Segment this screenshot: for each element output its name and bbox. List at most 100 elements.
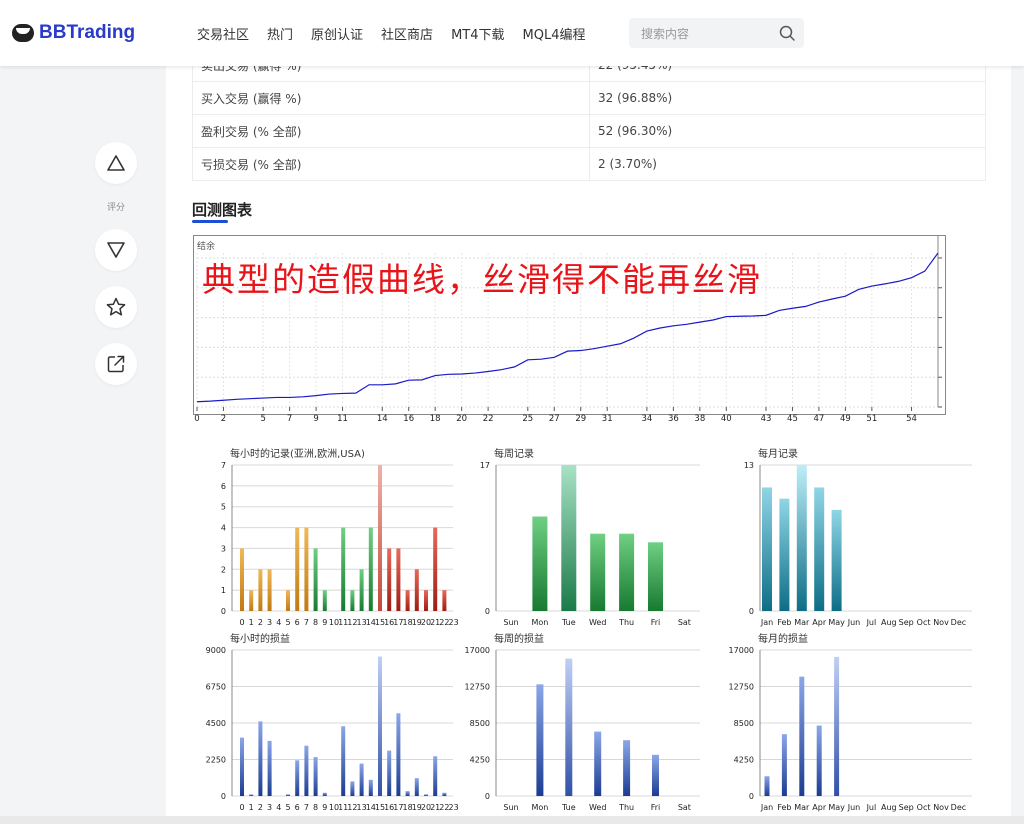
y-tick-label: 0 xyxy=(221,607,226,616)
nav-item-original[interactable]: 原创认证 xyxy=(311,24,363,43)
bar xyxy=(387,548,392,611)
y-tick-label: 6 xyxy=(221,482,226,491)
x-tick-label: Thu xyxy=(618,618,634,627)
y-tick-label: 4250 xyxy=(470,756,490,765)
bar xyxy=(387,750,392,796)
search-icon[interactable] xyxy=(778,24,796,42)
title-underline xyxy=(192,220,228,223)
search-input[interactable]: 搜索内容 xyxy=(641,25,689,42)
bar xyxy=(442,792,447,796)
y-tick-label: 12750 xyxy=(729,683,754,692)
x-tick-label: Mon xyxy=(531,618,548,627)
x-tick-label: 31 xyxy=(602,414,613,424)
x-tick-label: 0 xyxy=(239,803,244,812)
bottom-scrollbar[interactable] xyxy=(0,816,1024,824)
bar xyxy=(313,757,318,796)
x-tick-label: 1 xyxy=(249,803,254,812)
search-box-front[interactable]: 搜索内容 xyxy=(629,18,804,48)
upvote-button[interactable] xyxy=(95,142,137,184)
bar xyxy=(561,465,577,611)
y-tick-label: 12750 xyxy=(465,683,490,692)
bar xyxy=(359,569,364,611)
x-tick-label: Feb xyxy=(777,803,791,812)
x-tick-label: 22 xyxy=(483,414,494,424)
favorite-button[interactable] xyxy=(95,286,137,328)
bar xyxy=(304,745,309,796)
bar xyxy=(258,569,263,611)
bar xyxy=(359,763,364,796)
x-tick-label: Mon xyxy=(531,803,548,812)
triangle-up-icon xyxy=(107,155,125,171)
x-tick-label: 3 xyxy=(267,803,272,812)
bar xyxy=(240,548,244,611)
x-tick-label: 1 xyxy=(249,618,254,627)
x-tick-label: 3 xyxy=(267,618,272,627)
x-tick-label: 7 xyxy=(287,414,292,424)
nav-item-store[interactable]: 社区商店 xyxy=(381,24,433,43)
x-tick-label: 54 xyxy=(906,414,917,424)
table-row: 买入交易 (赢得 %) 32 (96.88%) xyxy=(192,81,986,115)
bar xyxy=(565,658,573,796)
nav-item-mql4[interactable]: MQL4编程 xyxy=(523,24,586,43)
brand-logo-front[interactable]: BBTrading xyxy=(12,22,135,44)
x-tick-label: Sep xyxy=(899,618,914,627)
x-tick-label: Fri xyxy=(651,618,661,627)
x-tick-label: 40 xyxy=(721,414,732,424)
bar xyxy=(762,487,772,611)
bar xyxy=(764,776,770,796)
x-tick-label: 27 xyxy=(549,414,560,424)
brand-name: BBTrading xyxy=(39,22,136,43)
x-tick-label: Jun xyxy=(847,803,861,812)
x-tick-label: 0 xyxy=(239,618,244,627)
x-tick-label: 5 xyxy=(285,618,290,627)
x-tick-label: Oct xyxy=(917,803,931,812)
bar xyxy=(322,792,327,796)
x-tick-label: Wed xyxy=(589,803,606,812)
bar xyxy=(249,590,254,611)
table-row: 盈利交易 (% 全部) 52 (96.30%) xyxy=(192,114,986,148)
bar-chart-title: 每月记录 xyxy=(758,447,798,460)
x-tick-label: 11 xyxy=(337,414,348,424)
x-tick-label: Aug xyxy=(881,803,897,812)
bar xyxy=(433,756,438,796)
bar xyxy=(796,465,807,611)
nav-item-community[interactable]: 交易社区 xyxy=(197,24,249,43)
bar xyxy=(536,684,544,796)
bar-chart-4: 每小时的损益022504500675090000 1 2 3 4 5 6 7 8 9 10 11 12 1… xyxy=(206,632,459,812)
logo-icon xyxy=(12,24,34,42)
bar xyxy=(396,713,401,796)
rating-label: 评分 xyxy=(106,203,125,213)
x-tick-label: Apr xyxy=(812,618,827,627)
bar xyxy=(623,740,631,796)
share-button[interactable] xyxy=(95,343,137,385)
downvote-button[interactable] xyxy=(95,229,137,271)
bar xyxy=(350,590,355,611)
x-tick-label: Thu xyxy=(618,803,634,812)
bar xyxy=(295,760,300,796)
nav-item-hot[interactable]: 热门 xyxy=(267,24,293,43)
x-tick-label: Feb xyxy=(777,618,791,627)
nav-item-mt4-download[interactable]: MT4下载 xyxy=(451,24,504,43)
x-tick-label: Aug xyxy=(881,618,897,627)
bar-chart-5: 每周的损益 0 4250 8500 12750 17000 Sun Mon Tue Wed Thu F… xyxy=(465,632,700,812)
y-tick-label: 17 xyxy=(480,461,490,470)
bar xyxy=(442,590,447,611)
y-tick-label: 17000 xyxy=(729,646,754,655)
bar xyxy=(433,527,438,611)
x-tick-label: Dec xyxy=(951,618,966,627)
bar-chart-title: 每月的损益 xyxy=(758,632,808,645)
x-tick-label: 9 xyxy=(322,803,327,812)
stat-label: 亏损交易 (% 全部) xyxy=(192,147,590,181)
x-tick-label: 36 xyxy=(668,414,679,424)
overlay-annotation: 典型的造假曲线，丝滑得不能再丝滑 xyxy=(202,260,762,299)
bar xyxy=(424,590,428,611)
x-tick-label: 2 xyxy=(221,414,226,424)
x-tick-label: 9 xyxy=(322,618,327,627)
x-tick-label: Sep xyxy=(899,803,914,812)
y-tick-label: 0 xyxy=(749,607,754,616)
x-tick-label: Apr xyxy=(812,803,827,812)
x-tick-label: Jan xyxy=(760,618,773,627)
bar xyxy=(816,725,822,796)
bar xyxy=(267,740,272,796)
y-tick-label: 4 xyxy=(221,524,226,533)
